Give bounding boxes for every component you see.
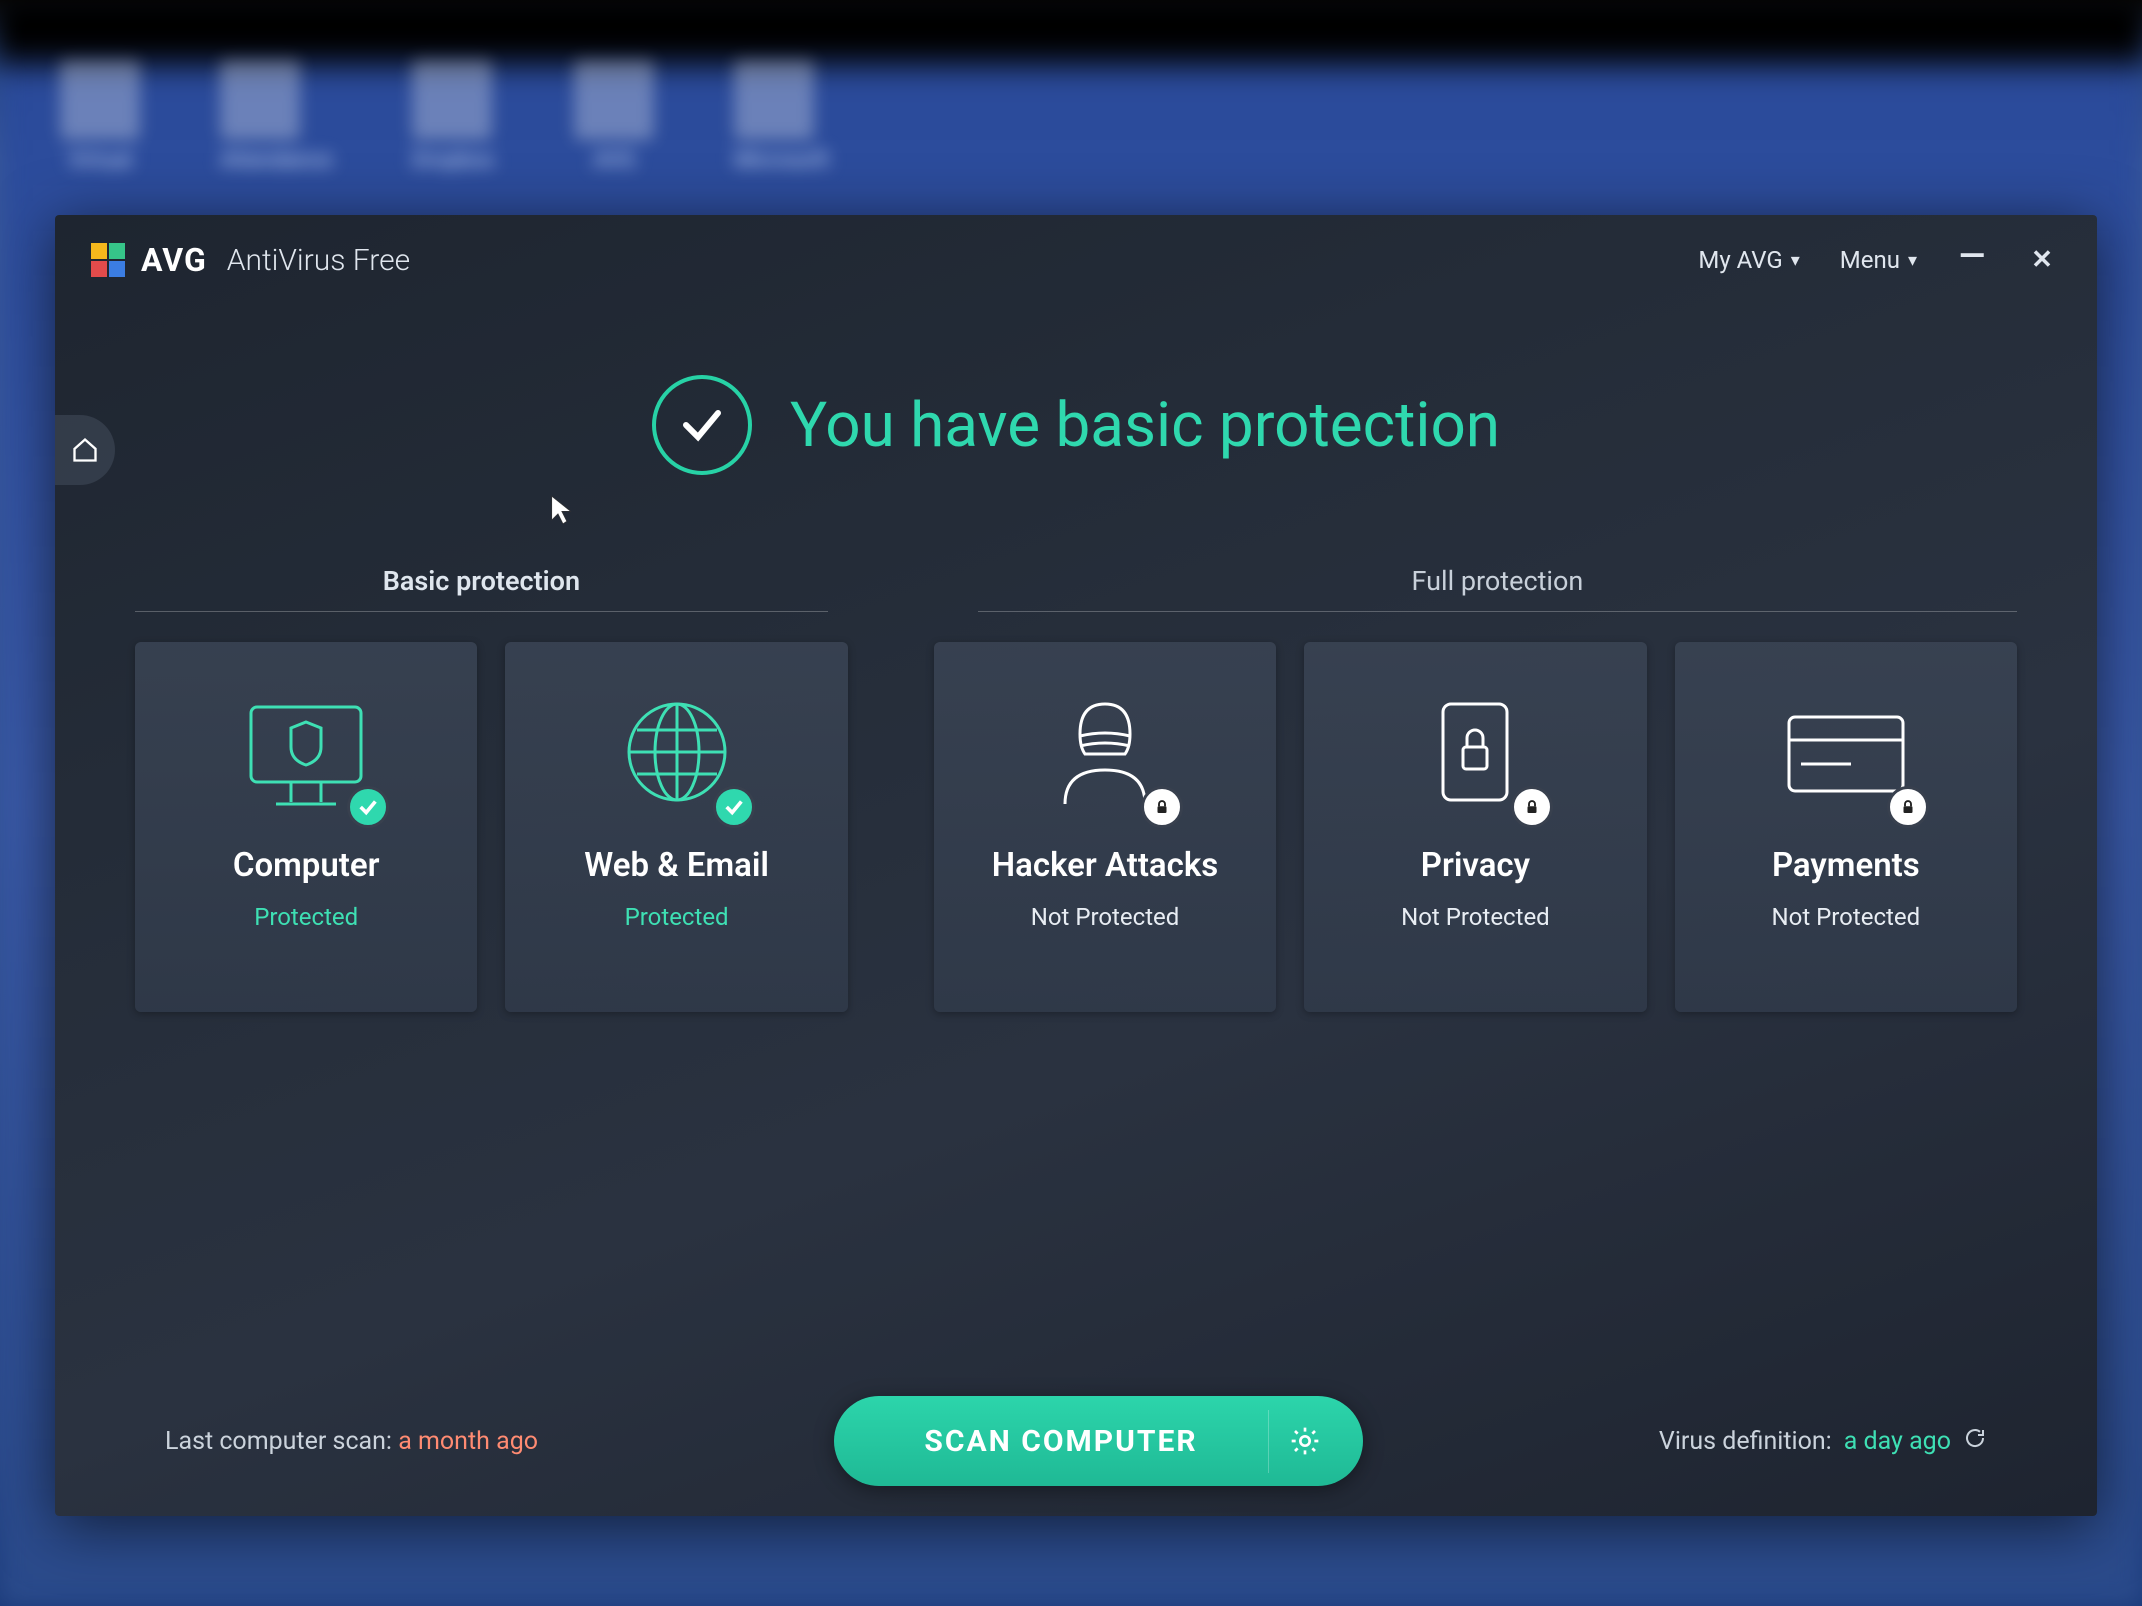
avg-logo-icon [91, 243, 125, 277]
footer-bar: Last computer scan: a month ago SCAN COM… [55, 1396, 2097, 1486]
menu-label: Menu [1840, 246, 1900, 274]
protection-tiles: Computer Protected Web & Email Protected [135, 642, 2017, 1012]
avg-main-window: AVG AntiVirus Free My AVG ▾ Menu ▾ — ✕ Y… [55, 215, 2097, 1516]
tile-computer[interactable]: Computer Protected [135, 642, 477, 1012]
check-badge-icon [713, 786, 755, 828]
title-left: AVG AntiVirus Free [91, 241, 410, 279]
section-headers: Basic protection Full protection [135, 565, 2017, 612]
tile-title: Computer [233, 846, 380, 885]
brand-text: AVG [141, 241, 207, 279]
lock-badge-icon [1511, 786, 1553, 828]
scan-button-label: SCAN COMPUTER [834, 1424, 1267, 1459]
my-avg-dropdown[interactable]: My AVG ▾ [1698, 246, 1799, 274]
home-icon [71, 436, 99, 464]
desktop-icons-row: Virtual Attendance Dropbox AVG Microsoft [60, 60, 2082, 200]
tile-status: Protected [254, 903, 358, 931]
full-protection-header: Full protection [978, 565, 2017, 612]
tile-title: Hacker Attacks [992, 846, 1218, 885]
tile-status: Not Protected [1401, 903, 1550, 931]
product-name: AntiVirus Free [227, 243, 410, 278]
close-button[interactable]: ✕ [2027, 245, 2057, 275]
status-headline: You have basic protection [55, 375, 2097, 475]
tile-status: Not Protected [1772, 903, 1921, 931]
status-text: You have basic protection [790, 389, 1500, 462]
tile-status: Protected [625, 903, 729, 931]
menu-dropdown[interactable]: Menu ▾ [1840, 246, 1917, 274]
tile-payments[interactable]: Payments Not Protected [1675, 642, 2017, 1012]
title-bar: AVG AntiVirus Free My AVG ▾ Menu ▾ — ✕ [55, 215, 2097, 295]
vdef-label: Virus definition: [1659, 1427, 1832, 1456]
scan-options-button[interactable] [1268, 1410, 1363, 1473]
tile-title: Payments [1772, 846, 1920, 885]
tile-privacy[interactable]: Privacy Not Protected [1304, 642, 1646, 1012]
title-right: My AVG ▾ Menu ▾ — ✕ [1698, 245, 2057, 275]
lock-badge-icon [1887, 786, 1929, 828]
mouse-cursor-icon [550, 495, 576, 533]
my-avg-label: My AVG [1698, 246, 1782, 274]
last-scan-label: Last computer scan: [165, 1427, 392, 1456]
tile-web-email[interactable]: Web & Email Protected [505, 642, 847, 1012]
last-scan: Last computer scan: a month ago [165, 1427, 538, 1456]
tile-status: Not Protected [1031, 903, 1180, 931]
refresh-icon [1963, 1426, 1987, 1450]
chevron-down-icon: ▾ [1791, 250, 1800, 271]
status-check-icon [652, 375, 752, 475]
lock-badge-icon [1141, 786, 1183, 828]
tile-hacker-attacks[interactable]: Hacker Attacks Not Protected [934, 642, 1276, 1012]
vdef-value: a day ago [1844, 1427, 1951, 1456]
tile-title: Privacy [1421, 846, 1530, 885]
virus-definition: Virus definition: a day ago [1659, 1426, 1987, 1457]
gear-icon [1289, 1425, 1321, 1457]
basic-protection-header: Basic protection [135, 565, 828, 612]
last-scan-value: a month ago [398, 1427, 538, 1456]
chevron-down-icon: ▾ [1908, 250, 1917, 271]
tile-title: Web & Email [584, 846, 769, 885]
scan-computer-button[interactable]: SCAN COMPUTER [834, 1396, 1362, 1486]
refresh-definitions-button[interactable] [1963, 1426, 1987, 1457]
check-badge-icon [347, 786, 389, 828]
